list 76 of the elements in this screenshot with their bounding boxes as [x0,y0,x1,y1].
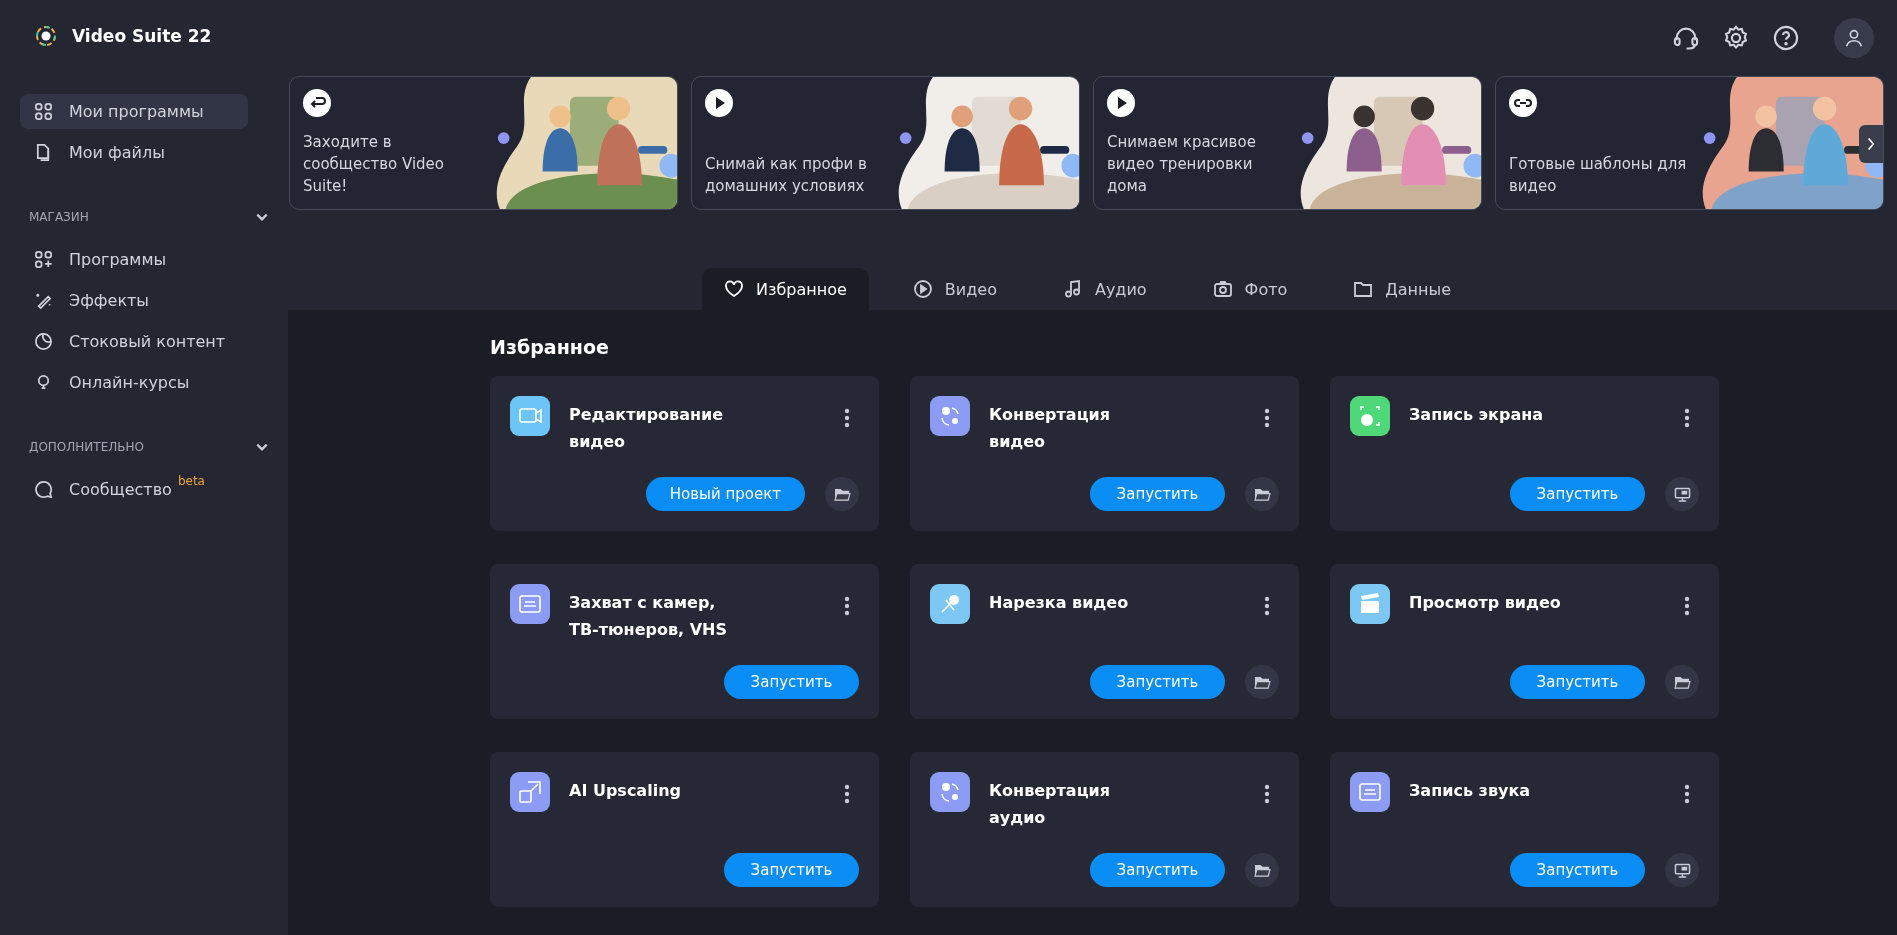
folder-icon [1253,862,1271,878]
app-title: AI Upscaling [569,780,682,802]
next-button[interactable] [1859,125,1883,163]
sidebar-item[interactable]: Онлайн-курсы [20,365,204,400]
music-note-icon [1062,279,1083,299]
grid-icon [34,102,53,121]
sidebar-item[interactable]: Мои файлы [20,135,179,170]
promo-banner[interactable]: Заходите в сообщество Video Suite! [289,76,678,210]
folder-icon [1253,486,1271,502]
pie-icon [34,332,53,351]
tab[interactable]: Видео [890,268,1019,310]
wand-icon [34,291,53,310]
promo-banner[interactable]: Снимай как профи в домашних условиях [691,76,1080,210]
section-title: ДОПОЛНИТЕЛЬНО [29,440,144,454]
play-icon [912,279,933,299]
app-title: Запись экрана [1409,404,1545,426]
section-title: МАГАЗИН [29,210,89,224]
more-icon[interactable] [1684,596,1690,616]
grid-plus-icon [34,250,53,269]
tab[interactable]: Избранное [702,268,869,310]
play-icon [1107,89,1135,117]
more-icon[interactable] [844,408,850,428]
app-title: Конвертация видео [989,404,1111,453]
avatar-button[interactable] [1834,18,1874,58]
user-icon [1843,27,1865,49]
sidebar-item[interactable]: Мои программы [20,94,248,129]
app-title: Запись звука [1409,780,1532,802]
beta-label: beta [177,474,205,488]
promo-banner[interactable]: Готовые шаблоны для видео [1495,76,1884,210]
desktop-button[interactable] [1665,853,1699,887]
more-icon[interactable] [1264,596,1270,616]
open-folder-button[interactable] [1665,665,1699,699]
more-icon[interactable] [1684,408,1690,428]
section-heading: Избранное [490,336,610,358]
folder-icon [1253,674,1271,690]
open-folder-button[interactable] [1245,853,1279,887]
open-folder-button[interactable] [1245,665,1279,699]
banner-text: Снимай как профи в домашних условиях [705,154,868,197]
link-icon [1509,89,1537,117]
app-title: Video Suite 22 [72,26,212,46]
banner-text: Снимаем красивое видео тренировки дома [1107,132,1257,197]
app-title: Просмотр видео [1409,592,1562,614]
monitor-icon [1673,862,1691,878]
app-title: Редактирование видео [569,404,725,453]
tab[interactable]: Фото [1190,268,1310,310]
logo-icon [34,24,58,48]
desktop-button[interactable] [1665,477,1699,511]
tab[interactable]: Аудио [1040,268,1169,310]
chevron-right-icon [1866,136,1876,152]
sidebar-item[interactable]: Программы [20,242,181,277]
sidebar-item[interactable]: Эффекты [20,283,163,318]
app-title: Захват с камер, ТВ-тюнеров, VHS [569,592,728,641]
more-icon[interactable] [1264,408,1270,428]
folder-icon [1673,674,1691,690]
folder-icon [833,486,851,502]
more-icon[interactable] [1684,784,1690,804]
open-folder-button[interactable] [1245,477,1279,511]
help-icon[interactable] [1772,24,1800,52]
more-icon[interactable] [844,784,850,804]
folder-icon [1353,279,1374,299]
play-icon [705,89,733,117]
more-icon[interactable] [1264,784,1270,804]
sidebar-item[interactable]: Стоковый контент [20,324,240,359]
app-title: Нарезка видео [989,592,1130,614]
more-icon[interactable] [844,596,850,616]
heart-icon [724,279,744,299]
monitor-icon [1673,486,1691,502]
tab[interactable]: Данные [1331,268,1473,310]
sidebar-item[interactable]: Сообщество $^{beta}$ [20,472,219,507]
open-folder-button[interactable] [825,477,859,511]
camera-icon [1212,279,1233,299]
banner-text: Готовые шаблоны для видео [1509,154,1688,197]
app-title: Конвертация аудио [989,780,1111,829]
promo-banner[interactable]: Снимаем красивое видео тренировки дома [1093,76,1482,210]
banner-text: Заходите в сообщество Video Suite! [303,132,445,197]
chat-bubble-icon [34,480,53,499]
